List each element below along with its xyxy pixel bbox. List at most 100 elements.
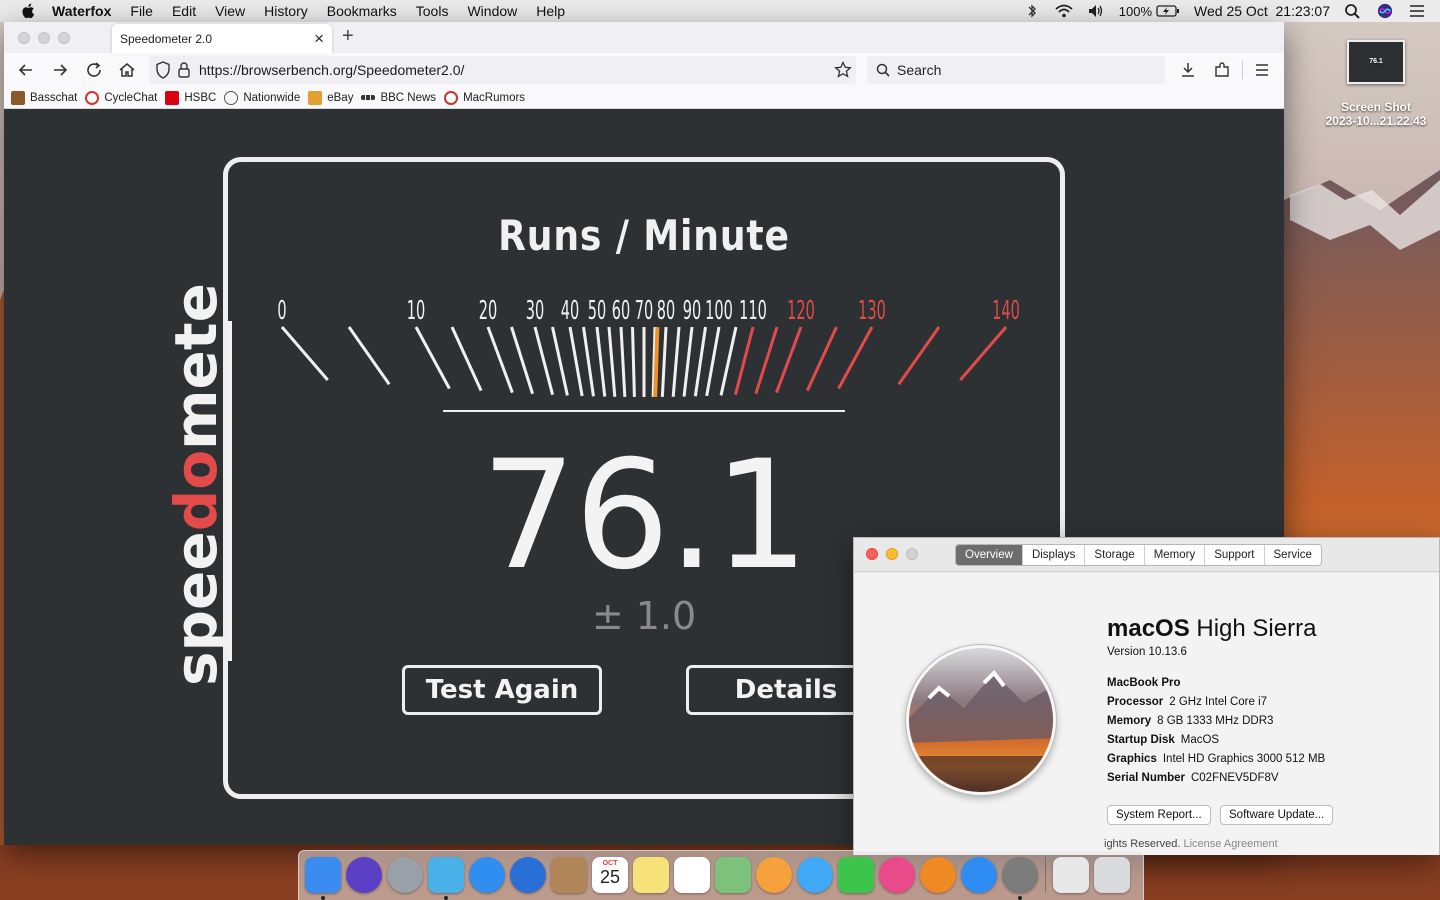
- back-arrow-icon[interactable]: [17, 61, 35, 79]
- apple-menu-icon[interactable]: [20, 2, 38, 20]
- tab-memory[interactable]: Memory: [1145, 545, 1206, 565]
- bookmark-basschat[interactable]: Basschat: [11, 90, 78, 105]
- gauge-tick-mark: [705, 326, 721, 397]
- dock-messages-icon[interactable]: [797, 857, 833, 893]
- menu-view[interactable]: View: [215, 3, 245, 19]
- dock-facetime-icon[interactable]: [838, 857, 874, 893]
- about-close-button[interactable]: [866, 548, 878, 560]
- clock[interactable]: Wed 25 Oct 21:23:07: [1194, 3, 1330, 19]
- volume-icon[interactable]: [1087, 3, 1105, 19]
- new-tab-button[interactable]: +: [342, 25, 354, 48]
- dock-documents-icon[interactable]: [1053, 857, 1089, 893]
- dock-finder-icon[interactable]: [305, 857, 341, 893]
- gauge-tick-mark: [897, 326, 941, 386]
- bluetooth-icon[interactable]: [1023, 3, 1041, 19]
- software-update-button[interactable]: Software Update...: [1220, 805, 1334, 825]
- menu-tools[interactable]: Tools: [416, 3, 449, 19]
- wifi-icon[interactable]: [1055, 3, 1073, 19]
- bookmark-hsbc[interactable]: HSBC: [165, 90, 216, 105]
- dock-waterfox-icon[interactable]: [428, 857, 464, 893]
- search-bar[interactable]: Search: [867, 56, 1165, 84]
- extensions-icon[interactable]: [1213, 61, 1231, 79]
- bookmark-ebay[interactable]: eBay: [308, 90, 354, 105]
- gauge-tick-mark: [450, 326, 483, 392]
- zoom-window-button[interactable]: [58, 32, 70, 44]
- tab-support[interactable]: Support: [1205, 545, 1265, 565]
- gauge-tick-label: 10: [407, 296, 425, 326]
- shield-icon[interactable]: [155, 61, 171, 79]
- menu-help[interactable]: Help: [536, 3, 565, 19]
- menu-app-name[interactable]: Waterfox: [52, 3, 111, 19]
- downloads-icon[interactable]: [1179, 61, 1197, 79]
- gauge-tick-mark: [682, 326, 694, 397]
- test-again-button[interactable]: Test Again: [402, 665, 602, 715]
- gauge-tick-label: 30: [526, 296, 544, 326]
- close-window-button[interactable]: [18, 32, 30, 44]
- dock-notes-icon[interactable]: [633, 857, 669, 893]
- lock-icon[interactable]: [177, 61, 191, 79]
- system-report-button[interactable]: System Report...: [1107, 805, 1211, 825]
- dock-siri-icon[interactable]: [346, 857, 382, 893]
- menu-history[interactable]: History: [264, 3, 308, 19]
- menu-bookmarks[interactable]: Bookmarks: [327, 3, 397, 19]
- about-tab-bar: Overview Displays Storage Memory Support…: [955, 544, 1322, 566]
- bookmark-label: MacRumors: [463, 91, 526, 104]
- forward-arrow-icon[interactable]: [51, 61, 69, 79]
- dock-launchpad-icon[interactable]: [387, 857, 423, 893]
- dock-trash-icon[interactable]: [1094, 857, 1130, 893]
- gauge-tick-mark: [959, 326, 1008, 382]
- tab-overview[interactable]: Overview: [956, 545, 1023, 565]
- calendar-month: OCT: [602, 860, 618, 867]
- tab-displays[interactable]: Displays: [1023, 545, 1086, 565]
- dock-thunderbird-icon[interactable]: [510, 857, 546, 893]
- battery-charging-icon[interactable]: [1156, 3, 1180, 19]
- bookmark-bbc-news[interactable]: BBC News: [361, 92, 436, 104]
- dock-ibooks-icon[interactable]: [920, 857, 956, 893]
- address-bar[interactable]: https://browserbench.org/Speedometer2.0/: [149, 56, 856, 84]
- spec-value: 8 GB 1333 MHz DDR3: [1157, 715, 1274, 727]
- desktop-screenshot-file[interactable]: 76.1 Screen Shot 2023-10...21.22.43: [1318, 40, 1434, 128]
- file-name-line-1: Screen Shot: [1340, 100, 1412, 114]
- bookmark-label: Basschat: [30, 91, 78, 104]
- gauge-tick-mark: [607, 326, 617, 397]
- tab-title: Speedometer 2.0: [120, 31, 213, 46]
- menu-window[interactable]: Window: [467, 3, 517, 19]
- dock-reminders-icon[interactable]: [674, 857, 710, 893]
- bookmark-star-icon[interactable]: [834, 61, 852, 79]
- bookmark-macrumors[interactable]: MacRumors: [444, 90, 526, 105]
- dock-maps-icon[interactable]: [715, 857, 751, 893]
- spotlight-search-icon[interactable]: [1344, 3, 1362, 19]
- dock-calendar-icon[interactable]: OCT 25: [592, 857, 628, 893]
- url-text[interactable]: https://browserbench.org/Speedometer2.0/: [199, 62, 464, 78]
- menu-edit[interactable]: Edit: [172, 3, 196, 19]
- gauge-tick-label: 40: [561, 296, 579, 326]
- dock-app-store-icon[interactable]: [961, 857, 997, 893]
- reload-icon[interactable]: [85, 61, 103, 79]
- menu-file[interactable]: File: [130, 3, 153, 19]
- bookmark-nationwide[interactable]: Nationwide: [224, 90, 300, 105]
- gauge-tick-mark: [486, 326, 514, 394]
- close-tab-icon[interactable]: ×: [314, 29, 324, 49]
- home-icon[interactable]: [118, 61, 136, 79]
- gauge-tick-mark: [510, 326, 534, 395]
- tab-service[interactable]: Service: [1265, 545, 1321, 565]
- ebay-bag-icon: [308, 90, 323, 105]
- bookmark-cyclechat[interactable]: CycleChat: [85, 90, 157, 105]
- dock-contacts-icon[interactable]: [551, 857, 587, 893]
- dock-photos-icon[interactable]: [756, 857, 792, 893]
- minimize-window-button[interactable]: [38, 32, 50, 44]
- os-name: macOS High Sierra: [1107, 615, 1316, 643]
- license-agreement-link[interactable]: License Agreement: [1184, 838, 1278, 850]
- about-minimize-button[interactable]: [886, 548, 898, 560]
- spec-graphics: Graphics Intel HD Graphics 3000 512 MB: [1107, 753, 1325, 765]
- bookmark-label: eBay: [327, 91, 354, 104]
- dock-itunes-icon[interactable]: [879, 857, 915, 893]
- notification-center-icon[interactable]: [1408, 3, 1426, 19]
- dock-safari-icon[interactable]: [469, 857, 505, 893]
- dock-system-preferences-icon[interactable]: [1002, 857, 1038, 893]
- hamburger-menu-icon[interactable]: [1253, 61, 1271, 79]
- siri-icon[interactable]: [1376, 3, 1394, 19]
- tab-storage[interactable]: Storage: [1085, 545, 1145, 565]
- tab-speedometer[interactable]: Speedometer 2.0 ×: [112, 24, 332, 53]
- gauge-tick-mark: [719, 326, 738, 396]
